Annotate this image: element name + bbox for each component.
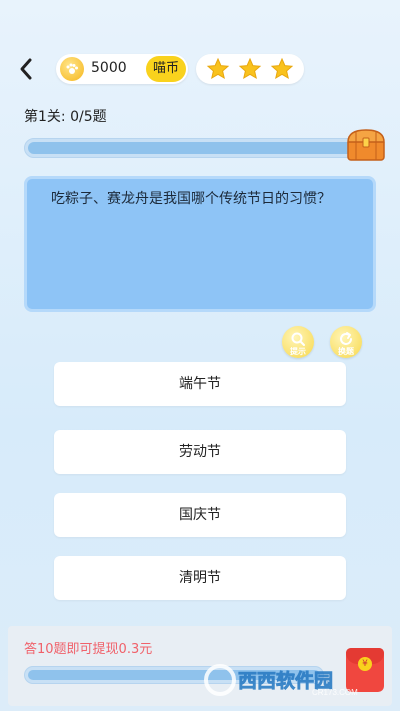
paw-coin-icon <box>60 57 84 81</box>
coin-amount: 5000 <box>91 60 127 76</box>
coin-unit-badge: 喵币 <box>146 56 186 82</box>
refresh-icon <box>340 332 352 345</box>
svg-text:CR173.COM: CR173.COM <box>312 688 358 697</box>
switch-question-button[interactable]: 换题 <box>330 326 362 358</box>
reward-text: 答10题即可提现0.3元 <box>24 642 153 657</box>
level-label: 第1关: 0/5题 <box>24 109 107 125</box>
coin-balance: 5000 喵币 <box>56 54 188 84</box>
question-text: 吃粽子、赛龙舟是我国哪个传统节日的习惯？ <box>51 191 331 207</box>
site-watermark-logo: 西西软件园 CR173.COM <box>204 664 358 697</box>
chevron-left-icon <box>20 58 32 80</box>
question-card: 吃粽子、赛龙舟是我国哪个传统节日的习惯？ <box>24 176 376 312</box>
level-progress-bar <box>24 138 360 158</box>
star-icon <box>270 57 294 80</box>
answer-option-2[interactable]: 劳动节 <box>54 430 346 474</box>
star-icon <box>206 57 230 80</box>
treasure-chest-icon[interactable] <box>344 124 388 164</box>
answer-option-4[interactable]: 清明节 <box>54 556 346 600</box>
switch-label: 换题 <box>338 347 354 356</box>
magnifier-icon <box>291 332 305 346</box>
hint-button[interactable]: 提示 <box>282 326 314 358</box>
hint-label: 提示 <box>290 347 306 356</box>
back-button[interactable] <box>14 56 38 82</box>
level-progress-fill <box>28 142 356 154</box>
answer-option-1[interactable]: 端午节 <box>54 362 346 406</box>
star-rating <box>196 54 304 84</box>
star-icon <box>238 57 262 80</box>
answer-option-3[interactable]: 国庆节 <box>54 493 346 537</box>
